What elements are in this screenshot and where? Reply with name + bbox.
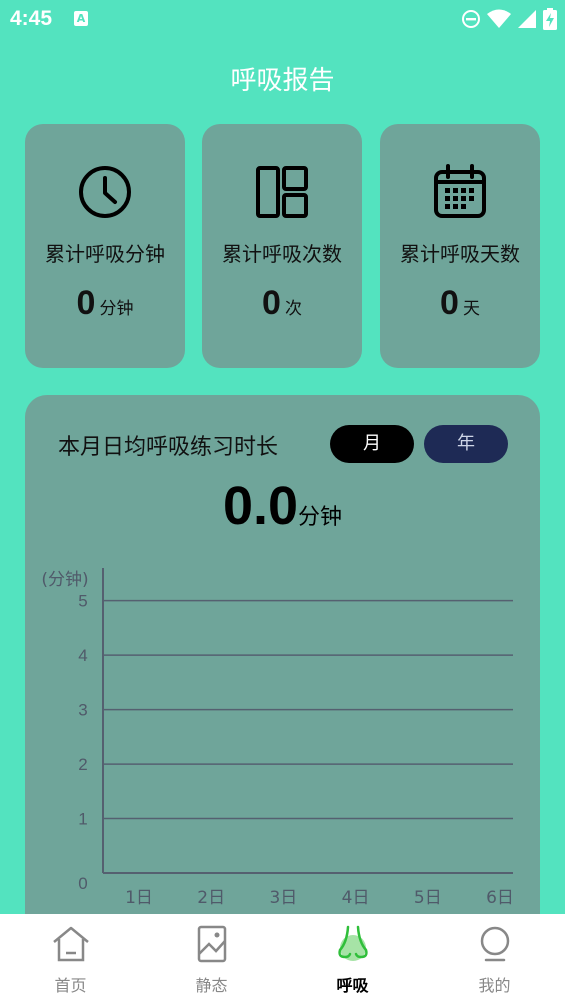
stat-unit: 天: [462, 299, 480, 319]
clock-icon: [79, 166, 131, 218]
stat-label: 累计呼吸次数: [222, 242, 342, 266]
stat-value-row: 0次: [202, 284, 362, 323]
wifi-icon: [487, 9, 511, 28]
stat-unit: 次: [284, 299, 302, 319]
signal-icon: [518, 10, 536, 28]
toggle-month-button[interactable]: 月: [330, 425, 414, 463]
layout-icon: [256, 166, 308, 218]
y-tick-label: 3: [78, 701, 87, 720]
stat-label: 累计呼吸分钟: [45, 242, 165, 266]
stat-value-row: 0天: [380, 284, 540, 323]
y-tick-label: 2: [78, 755, 87, 774]
average-value: 0.0: [222, 476, 299, 536]
tab-mine[interactable]: 我的: [424, 914, 565, 1004]
average-unit: 分钟: [298, 505, 343, 530]
stat-card-total-count: 累计呼吸次数 0次: [202, 124, 362, 368]
x-tick-label: 5日: [414, 888, 442, 908]
bar-chart: (分钟) 0 1 2 3 4 5 1日 2日 3日 4日 5日 6日: [41, 568, 514, 908]
stat-value: 0: [262, 284, 281, 322]
nose-icon: [337, 925, 368, 961]
page-title: 呼吸报告: [230, 66, 335, 96]
tab-breathe[interactable]: 呼吸: [282, 914, 423, 1004]
picture-icon: [197, 925, 226, 963]
status-time: 4:45: [10, 7, 53, 30]
stat-value: 0: [76, 284, 96, 322]
toggle-year-button[interactable]: 年: [424, 425, 508, 463]
chart-title: 本月日均呼吸练习时长: [58, 435, 279, 460]
calendar-icon: [434, 164, 486, 218]
home-icon: [52, 926, 89, 962]
stat-unit: 分钟: [99, 299, 134, 319]
y-tick-label: 1: [78, 810, 87, 829]
x-tick-label: 2日: [197, 888, 225, 908]
tab-label: 我的: [478, 976, 511, 995]
tab-label: 呼吸: [336, 976, 369, 995]
dnd-icon: [462, 10, 480, 28]
stat-card-total-days: 累计呼吸天数 0天: [380, 124, 540, 368]
x-tick-label: 4日: [342, 888, 370, 908]
stat-value: 0: [440, 284, 459, 322]
y-tick-label: 0: [78, 874, 87, 893]
battery-icon: [543, 8, 557, 30]
x-tick-label: 3日: [269, 888, 297, 908]
status-bar: 4:45 A: [0, 0, 565, 38]
notification-badge-icon: A: [74, 11, 88, 26]
y-axis-label: (分钟): [41, 570, 88, 590]
tab-static[interactable]: 静态: [141, 914, 282, 1004]
average-row: 0.0分钟: [25, 475, 540, 537]
stat-label: 累计呼吸天数: [400, 242, 520, 266]
stat-value-row: 0 分钟: [25, 284, 185, 323]
tab-label: 首页: [54, 976, 87, 995]
tab-label: 静态: [195, 976, 228, 995]
tab-home[interactable]: 首页: [0, 914, 141, 1004]
y-tick-label: 5: [78, 592, 87, 611]
x-tick-label: 6日: [486, 888, 514, 908]
stat-card-total-minutes: 累计呼吸分钟 0 分钟: [25, 124, 185, 368]
profile-icon: [480, 926, 509, 962]
status-icons: [461, 8, 557, 30]
y-tick-label: 4: [78, 646, 87, 665]
x-tick-label: 1日: [125, 888, 153, 908]
chart-card: 本月日均呼吸练习时长 月 年 0.0分钟 (分钟) 0 1 2 3 4 5 1日 2日 3日 4日 5…: [25, 395, 540, 955]
tab-bar: 首页 静态 呼吸 我的: [0, 914, 565, 1004]
